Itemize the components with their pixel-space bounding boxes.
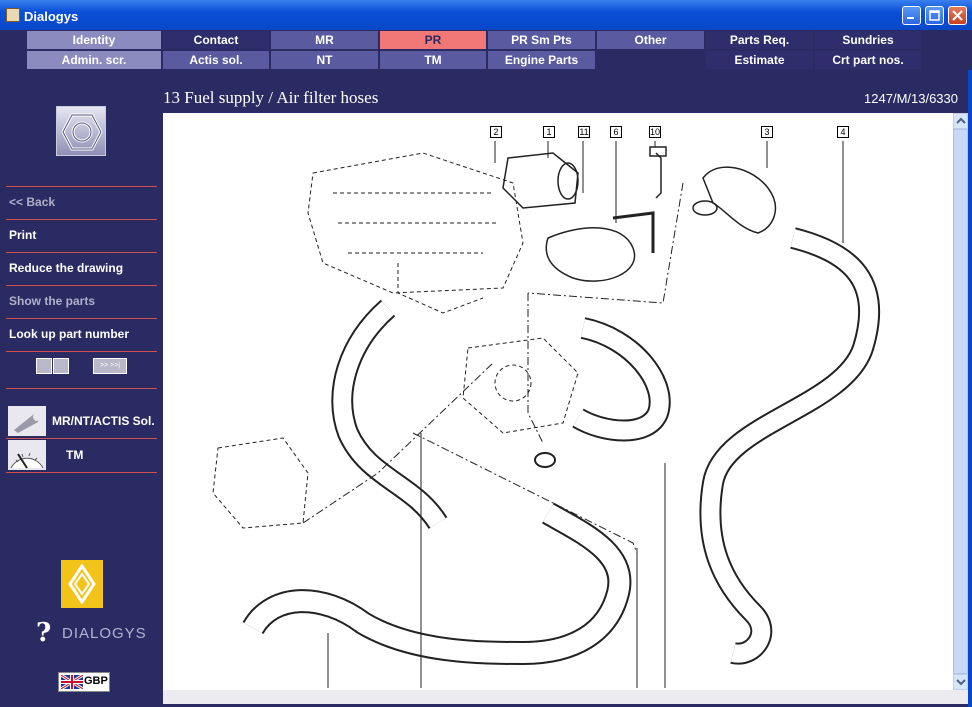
tab-actis-sol[interactable]: Actis sol. — [163, 51, 269, 69]
tab-admin-scr[interactable]: Admin. scr. — [27, 51, 161, 69]
show-parts-link[interactable]: Show the parts — [9, 294, 95, 308]
callout-11[interactable]: 11 — [578, 126, 590, 138]
tab-contact[interactable]: Contact — [163, 31, 269, 49]
divider — [6, 252, 157, 253]
tab-crt-part-nos[interactable]: Crt part nos. — [815, 51, 921, 69]
divider — [6, 318, 157, 319]
scroll-thumb[interactable] — [953, 129, 968, 674]
parts-drawing[interactable]: 2 1 11 6 10 3 4 — [163, 113, 953, 690]
prev-page-button[interactable] — [53, 358, 69, 374]
divider — [6, 219, 157, 220]
currency-button[interactable]: GBP — [58, 672, 110, 692]
tab-nt[interactable]: NT — [271, 51, 378, 69]
brand-name: DIALOGYS — [62, 625, 147, 642]
scroll-up-arrow[interactable] — [953, 113, 968, 129]
window-border — [968, 30, 972, 707]
page-reference: 1247/M/13/6330 — [864, 91, 958, 106]
mr-nt-actis-label: MR/NT/ACTIS Sol. — [52, 414, 155, 428]
renault-diamond-icon — [61, 560, 103, 608]
callout-1[interactable]: 1 — [543, 126, 555, 138]
tm-label: TM — [66, 448, 84, 462]
maximize-button[interactable] — [925, 6, 944, 25]
gauge-icon — [8, 440, 46, 470]
exploded-diagram — [212, 141, 881, 688]
tab-tm[interactable]: TM — [380, 51, 486, 69]
divider — [6, 388, 157, 389]
tab-mr[interactable]: MR — [271, 31, 378, 49]
first-page-button[interactable] — [36, 358, 52, 374]
close-button[interactable] — [948, 6, 967, 25]
main-menu: Identity Contact MR PR PR Sm Pts Other P… — [0, 30, 972, 70]
tab-pr-sm-pts[interactable]: PR Sm Pts — [488, 31, 595, 49]
tab-pr[interactable]: PR — [380, 31, 486, 49]
vertical-scrollbar[interactable] — [953, 113, 968, 690]
divider — [6, 285, 157, 286]
sidebar: << Back Print Reduce the drawing Show th… — [0, 70, 162, 707]
page-title: 13 Fuel supply / Air filter hoses — [163, 88, 379, 107]
tab-sundries[interactable]: Sundries — [815, 31, 921, 49]
scroll-down-arrow[interactable] — [953, 674, 968, 690]
callout-4[interactable]: 4 — [837, 126, 849, 138]
horizontal-scroll-area — [163, 690, 968, 704]
window-title: Dialogys — [24, 9, 79, 24]
callout-6[interactable]: 6 — [610, 126, 622, 138]
tab-other[interactable]: Other — [597, 31, 704, 49]
question-mark-icon: ? — [36, 618, 52, 648]
divider — [6, 186, 157, 187]
callout-2[interactable]: 2 — [490, 126, 502, 138]
next-page-button[interactable]: >> >>| — [93, 358, 127, 374]
back-link[interactable]: << Back — [9, 195, 55, 209]
tab-estimate[interactable]: Estimate — [706, 51, 813, 69]
currency-code: GBP — [84, 675, 108, 687]
hexagon-nut-icon — [56, 106, 106, 156]
tab-parts-req[interactable]: Parts Req. — [706, 31, 813, 49]
divider — [6, 472, 157, 473]
tab-engine-parts[interactable]: Engine Parts — [488, 51, 595, 69]
app-icon — [6, 8, 20, 22]
callout-10[interactable]: 10 — [649, 126, 661, 138]
tab-identity[interactable]: Identity — [27, 31, 161, 49]
divider — [6, 351, 157, 352]
callout-3[interactable]: 3 — [761, 126, 773, 138]
print-link[interactable]: Print — [9, 228, 36, 242]
minimize-button[interactable] — [902, 6, 921, 25]
uk-flag-icon — [60, 673, 84, 691]
divider — [6, 438, 157, 439]
wrench-icon — [8, 406, 46, 436]
title-bar: Dialogys — [0, 0, 972, 30]
lookup-part-link[interactable]: Look up part number — [9, 327, 129, 341]
reduce-drawing-link[interactable]: Reduce the drawing — [9, 261, 123, 275]
